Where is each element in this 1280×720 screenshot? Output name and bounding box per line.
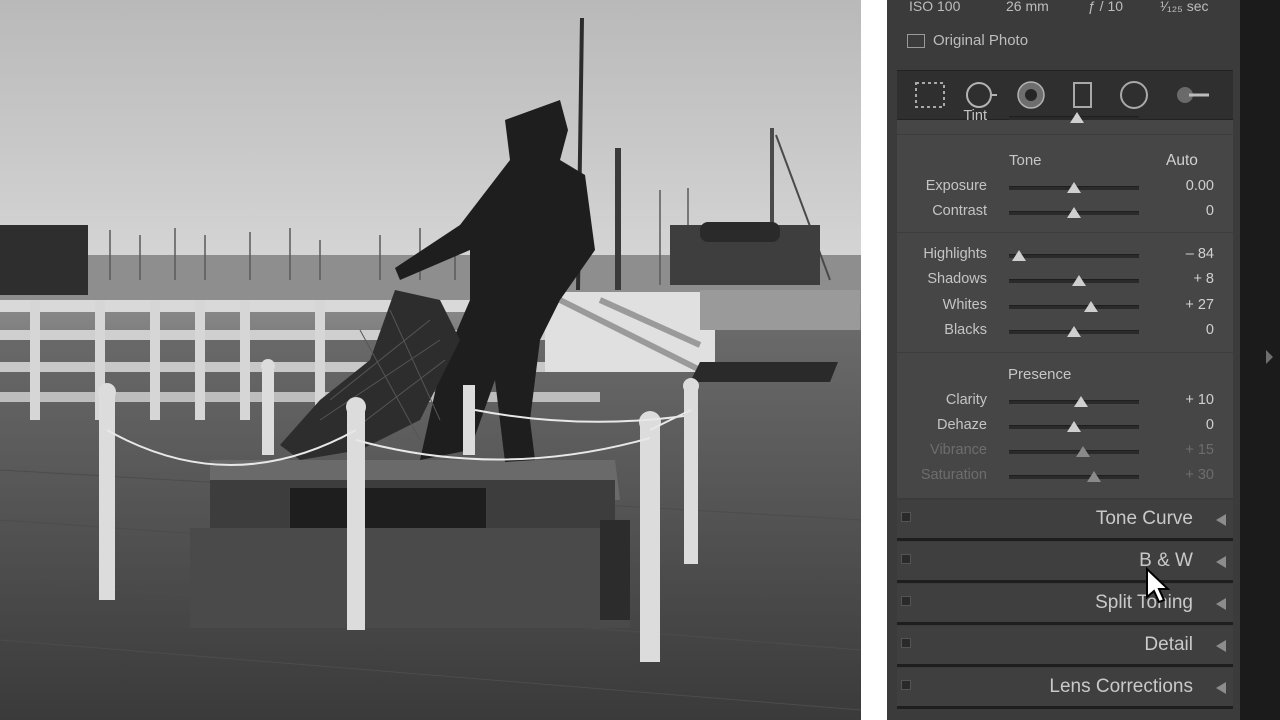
mouse-pointer-icon — [1145, 566, 1171, 610]
slider-label: Dehaze — [937, 417, 987, 433]
slider-value[interactable]: + 27 — [1185, 297, 1214, 313]
blacks-slider[interactable] — [1009, 326, 1139, 337]
slider-label: Clarity — [945, 392, 987, 408]
tone-section-title: Tone — [1009, 152, 1042, 169]
panel-header-tone-curve[interactable]: Tone Curve — [897, 500, 1233, 541]
slider-thumb[interactable] — [1073, 396, 1088, 407]
slider-thumb[interactable] — [1083, 301, 1098, 312]
slider-thumb[interactable] — [1086, 471, 1101, 482]
histogram-exif-info: ISO 100 26 mm ƒ / 10 ¹⁄₁₂₅ sec — [887, 0, 1240, 20]
exif-iso: ISO 100 — [909, 0, 961, 14]
exposure-slider[interactable] — [1009, 182, 1139, 193]
slider-thumb[interactable] — [1067, 326, 1081, 337]
slider-value[interactable]: 0 — [1206, 322, 1214, 338]
slider-row-vibrance: Vibrance + 15 — [897, 440, 1233, 462]
slider-thumb[interactable] — [1072, 275, 1087, 286]
slider-label: Blacks — [944, 322, 987, 338]
tint-label: Tint — [963, 108, 987, 124]
basic-divider — [897, 134, 1233, 135]
slider-thumb[interactable] — [1067, 421, 1081, 432]
tone-group-divider — [897, 232, 1233, 233]
slider-row-clarity: Clarity + 10 — [897, 390, 1233, 412]
panel-toggle-switch[interactable] — [901, 596, 911, 606]
slider-thumb[interactable] — [1012, 250, 1027, 261]
exif-aperture: ƒ / 10 — [1088, 0, 1124, 14]
original-photo-toggle[interactable]: Original Photo — [907, 32, 1028, 49]
panel-toggle-switch[interactable] — [901, 638, 911, 648]
panel-expand-icon[interactable] — [1216, 640, 1226, 652]
original-photo-label: Original Photo — [933, 32, 1029, 49]
slider-thumb[interactable] — [1076, 446, 1091, 457]
panel-title: Detail — [1144, 634, 1193, 655]
slider-label: Whites — [942, 297, 987, 313]
tint-row: Tint — [897, 106, 1233, 128]
develop-right-panel: ISO 100 26 mm ƒ / 10 ¹⁄₁₂₅ sec Original … — [887, 0, 1240, 720]
panel-expand-icon[interactable] — [1216, 598, 1226, 610]
tint-slider[interactable] — [1009, 112, 1139, 123]
slider-thumb[interactable] — [1067, 207, 1081, 218]
panel-header-detail[interactable]: Detail — [897, 626, 1233, 667]
photo-image — [0, 0, 861, 720]
exif-focal-length: 26 mm — [1006, 0, 1049, 14]
slider-value[interactable]: + 15 — [1185, 442, 1214, 458]
presence-section-title: Presence — [1008, 366, 1072, 383]
slider-row-blacks: Blacks 0 — [897, 320, 1233, 342]
panel-toggle-switch[interactable] — [901, 680, 911, 690]
tone-auto-button[interactable]: Auto — [1166, 152, 1198, 170]
collapse-panel-arrow-icon[interactable] — [1266, 350, 1273, 364]
photo-preview[interactable] — [0, 0, 861, 720]
slider-value[interactable]: 0 — [1206, 203, 1214, 219]
slider-label: Saturation — [920, 467, 987, 483]
slider-label: Highlights — [923, 246, 987, 262]
panel-title: Tone Curve — [1095, 508, 1193, 529]
slider-row-highlights: Highlights – 84 — [897, 244, 1233, 266]
vibrance-slider[interactable] — [1009, 446, 1139, 457]
slider-label: Vibrance — [930, 442, 987, 458]
panel-toggle-switch[interactable] — [901, 554, 911, 564]
slider-value[interactable]: + 8 — [1193, 271, 1214, 287]
clarity-slider[interactable] — [1009, 396, 1139, 407]
highlights-slider[interactable] — [1009, 250, 1139, 261]
slider-row-exposure: Exposure 0.00 — [897, 176, 1233, 198]
slider-value[interactable]: + 10 — [1185, 392, 1214, 408]
slider-label: Exposure — [925, 178, 987, 194]
slider-row-contrast: Contrast 0 — [897, 201, 1233, 223]
slider-value[interactable]: 0.00 — [1186, 178, 1214, 194]
saturation-slider[interactable] — [1009, 471, 1139, 482]
panel-header-split-toning[interactable]: Split Toning — [897, 584, 1233, 625]
panel-expand-icon[interactable] — [1216, 682, 1226, 694]
slider-value[interactable]: + 30 — [1185, 467, 1214, 483]
original-photo-checkbox[interactable] — [907, 33, 925, 48]
slider-row-whites: Whites + 27 — [897, 295, 1233, 317]
exif-shutter: ¹⁄₁₂₅ sec — [1160, 0, 1209, 14]
shadows-slider[interactable] — [1009, 275, 1139, 286]
panel-header-b-w[interactable]: B & W — [897, 542, 1233, 583]
panel-toggle-switch[interactable] — [901, 512, 911, 522]
right-panel-edge — [1240, 0, 1280, 720]
presence-divider — [897, 352, 1233, 353]
whites-slider[interactable] — [1009, 301, 1139, 312]
slider-row-dehaze: Dehaze 0 — [897, 415, 1233, 437]
slider-label: Contrast — [932, 203, 987, 219]
panel-title: Lens Corrections — [1049, 676, 1193, 697]
basic-panel: Tint Tone Auto Exposure 0.00 Contrast 0 High… — [897, 108, 1233, 498]
slider-row-saturation: Saturation + 30 — [897, 465, 1233, 487]
slider-value[interactable]: 0 — [1206, 417, 1214, 433]
slider-row-shadows: Shadows + 8 — [897, 269, 1233, 291]
slider-thumb[interactable] — [1067, 182, 1081, 193]
panel-expand-icon[interactable] — [1216, 514, 1226, 526]
slider-value[interactable]: – 84 — [1186, 246, 1214, 262]
dehaze-slider[interactable] — [1009, 421, 1139, 432]
slider-label: Shadows — [927, 271, 987, 287]
contrast-slider[interactable] — [1009, 207, 1139, 218]
panel-header-lens-corrections[interactable]: Lens Corrections — [897, 668, 1233, 709]
photo-border — [861, 0, 887, 720]
panel-expand-icon[interactable] — [1216, 556, 1226, 568]
